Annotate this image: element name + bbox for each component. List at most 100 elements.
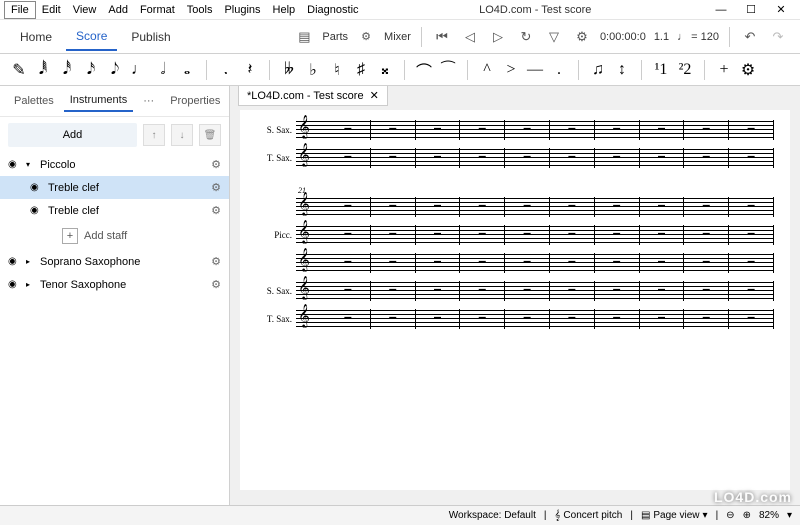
tree-tenor-sax[interactable]: ◉ ▸ Tenor Saxophone ⚙ xyxy=(0,273,229,296)
menu-edit[interactable]: Edit xyxy=(36,2,67,18)
visibility-icon[interactable]: ◉ xyxy=(8,279,22,290)
note-64th[interactable]: 𝅘𝅥𝅱 xyxy=(34,61,52,79)
redo-icon[interactable]: ↷ xyxy=(766,25,790,49)
rewind-icon[interactable]: ⏮ xyxy=(430,25,454,49)
tab-palettes[interactable]: Palettes xyxy=(8,91,60,111)
mixer-label[interactable]: Mixer xyxy=(382,31,413,43)
menu-add[interactable]: Add xyxy=(102,2,134,18)
visibility-icon[interactable]: ◉ xyxy=(30,205,44,216)
note-16th[interactable]: 𝅘𝅥𝅯 xyxy=(82,61,100,79)
settings-icon[interactable]: ⚙ xyxy=(570,25,594,49)
note-32nd[interactable]: 𝅘𝅥𝅰 xyxy=(58,61,76,79)
add-element-icon[interactable]: + xyxy=(715,61,733,79)
staff[interactable]: 𝄞 xyxy=(296,120,774,140)
tree-treble-clef-2[interactable]: ◉ Treble clef ⚙ xyxy=(0,199,229,222)
menu-plugins[interactable]: Plugins xyxy=(218,2,266,18)
accent-icon[interactable]: > xyxy=(502,61,520,79)
workspace-selector[interactable]: Workspace: Default xyxy=(449,510,536,521)
gear-icon[interactable]: ⚙ xyxy=(211,158,221,171)
tie-icon[interactable]: ⌒ xyxy=(415,58,433,82)
tab-score[interactable]: Score xyxy=(66,23,117,51)
voice-1[interactable]: ¹1 xyxy=(652,61,670,79)
gear-icon[interactable]: ⚙ xyxy=(211,181,221,194)
staff[interactable]: 𝄞 xyxy=(296,148,774,168)
zoom-in-button[interactable]: ⊕ xyxy=(743,510,751,521)
menu-tools[interactable]: Tools xyxy=(181,2,219,18)
close-button[interactable]: ✕ xyxy=(766,0,796,20)
tab-properties[interactable]: Properties xyxy=(164,91,226,111)
staff[interactable]: 𝄞 xyxy=(296,253,774,273)
note-8th[interactable]: 𝅘𝅥𝅮 xyxy=(106,61,124,79)
tab-home[interactable]: Home xyxy=(10,24,62,50)
tree-piccolo[interactable]: ◉ ▾ Piccolo ⚙ xyxy=(0,153,229,176)
tree-soprano-sax[interactable]: ◉ ▸ Soprano Saxophone ⚙ xyxy=(0,250,229,273)
zoom-out-button[interactable]: ⊖ xyxy=(726,510,734,521)
tenuto-icon[interactable]: — xyxy=(526,61,544,79)
menu-help[interactable]: Help xyxy=(267,2,302,18)
score-area[interactable]: *LO4D.com - Test score ✕ S. Sax. 𝄞 T. Sa… xyxy=(230,86,800,505)
undo-icon[interactable]: ↶ xyxy=(738,25,762,49)
tab-publish[interactable]: Publish xyxy=(121,24,180,50)
menu-diagnostic[interactable]: Diagnostic xyxy=(301,2,364,18)
menu-file[interactable]: File xyxy=(4,1,36,19)
gear-icon[interactable]: ⚙ xyxy=(211,255,221,268)
visibility-icon[interactable]: ◉ xyxy=(8,159,22,170)
maximize-button[interactable]: ☐ xyxy=(736,0,766,20)
visibility-icon[interactable]: ◉ xyxy=(8,256,22,267)
minimize-button[interactable]: — xyxy=(706,0,736,20)
voice-2[interactable]: ²2 xyxy=(676,61,694,79)
staff-row: Picc. 𝄞 xyxy=(256,225,774,245)
metronome-icon[interactable]: ▽ xyxy=(542,25,566,49)
move-up-button[interactable]: ↑ xyxy=(143,124,165,146)
toolbar-settings-icon[interactable]: ⚙ xyxy=(739,60,757,80)
mixer-icon[interactable]: ⚙ xyxy=(354,25,378,49)
loop-icon[interactable]: ↻ xyxy=(514,25,538,49)
staff[interactable]: 𝄞 xyxy=(296,309,774,329)
staff[interactable]: 𝄞 xyxy=(296,197,774,217)
flat-icon[interactable]: ♭ xyxy=(304,60,322,80)
flip-icon[interactable]: ↕ xyxy=(613,61,631,79)
note-half[interactable]: 𝅗𝅥 xyxy=(154,61,172,79)
tab-more[interactable]: ··· xyxy=(137,91,160,111)
staff-row: 𝄞 xyxy=(256,197,774,217)
staccato-icon[interactable]: . xyxy=(550,61,568,79)
parts-icon[interactable]: ▤ xyxy=(292,25,316,49)
view-mode-selector[interactable]: ▤Page view▾ xyxy=(641,510,708,521)
close-tab-icon[interactable]: ✕ xyxy=(370,89,379,102)
natural-icon[interactable]: ♮ xyxy=(328,60,346,80)
staff[interactable]: 𝄞 xyxy=(296,225,774,245)
move-down-button[interactable]: ↓ xyxy=(171,124,193,146)
pencil-icon[interactable]: ✎ xyxy=(10,60,28,80)
add-instrument-button[interactable]: Add xyxy=(8,123,137,147)
visibility-icon[interactable]: ◉ xyxy=(30,182,44,193)
play-icon[interactable]: ▷ xyxy=(486,25,510,49)
parts-label[interactable]: Parts xyxy=(320,31,350,43)
expand-icon[interactable]: ▸ xyxy=(26,280,36,289)
gear-icon[interactable]: ⚙ xyxy=(211,204,221,217)
tuplet-icon[interactable]: ♫ xyxy=(589,61,607,79)
double-flat-icon[interactable]: 𝄫 xyxy=(280,61,298,79)
concert-pitch-toggle[interactable]: 𝄞Concert pitch xyxy=(554,510,622,521)
add-staff-button[interactable]: + Add staff xyxy=(0,222,229,250)
back-icon[interactable]: ◁ xyxy=(458,25,482,49)
double-sharp-icon[interactable]: 𝄪 xyxy=(376,61,394,79)
gear-icon[interactable]: ⚙ xyxy=(211,278,221,291)
expand-icon[interactable]: ▸ xyxy=(26,257,36,266)
tab-instruments[interactable]: Instruments xyxy=(64,90,133,112)
menu-format[interactable]: Format xyxy=(134,2,181,18)
note-whole[interactable]: 𝅝 xyxy=(178,61,196,79)
expand-icon[interactable]: ▾ xyxy=(26,160,36,169)
menu-view[interactable]: View xyxy=(67,2,103,18)
zoom-level[interactable]: 82% xyxy=(759,510,779,521)
chevron-down-icon[interactable]: ▾ xyxy=(787,510,792,521)
sharp-icon[interactable]: ♯ xyxy=(352,61,370,79)
slur-icon[interactable]: ⁀ xyxy=(439,60,457,80)
tree-treble-clef-1[interactable]: ◉ Treble clef ⚙ xyxy=(0,176,229,199)
rest-icon[interactable]: 𝄽 xyxy=(241,61,259,79)
marcato-icon[interactable]: ^ xyxy=(478,61,496,79)
document-tab[interactable]: *LO4D.com - Test score ✕ xyxy=(238,86,388,106)
note-quarter[interactable]: ♩ xyxy=(130,61,148,79)
staff[interactable]: 𝄞 xyxy=(296,281,774,301)
dot-icon[interactable]: 𝅭. xyxy=(217,61,235,79)
delete-button[interactable]: 🗑 xyxy=(199,124,221,146)
